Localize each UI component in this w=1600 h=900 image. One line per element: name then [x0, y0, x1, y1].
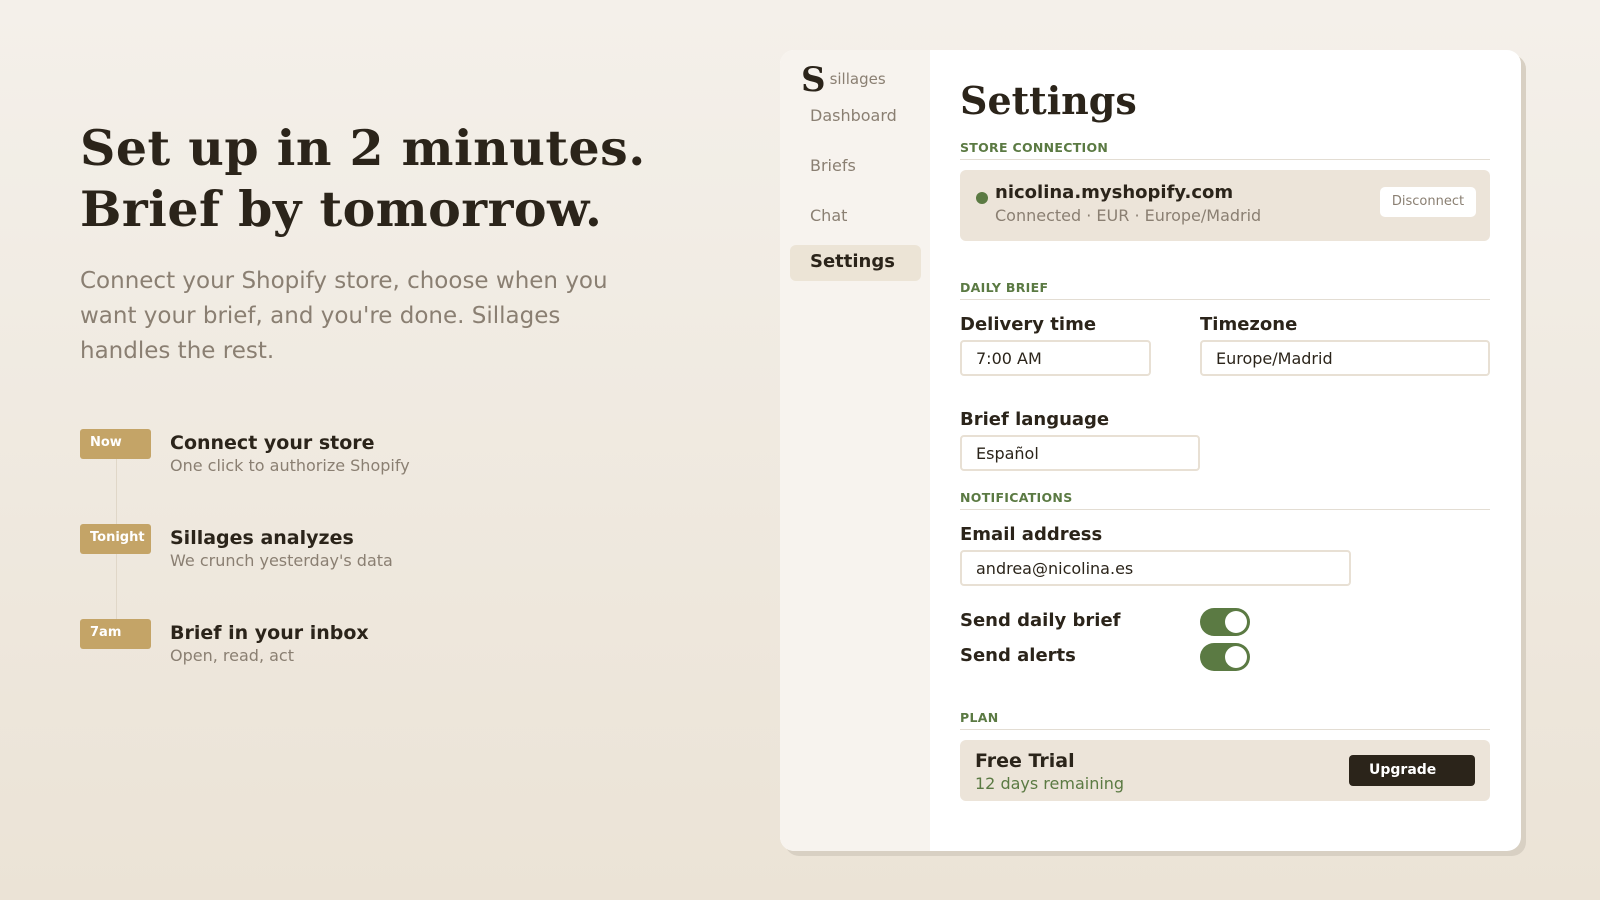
connected-status-icon	[976, 192, 988, 204]
steps-list: Now Connect your store One click to auth…	[80, 429, 580, 714]
logo[interactable]: S sillages	[801, 62, 886, 98]
step-item: Tonight Sillages analyzes We crunch yest…	[80, 524, 580, 619]
step-badge: Now	[80, 429, 151, 459]
page-title: Settings	[960, 78, 1137, 123]
logo-mark: S	[801, 60, 826, 100]
delivery-time-input[interactable]: 7:00 AM	[960, 340, 1151, 376]
brief-language-label: Brief language	[960, 409, 1110, 430]
email-address-label: Email address	[960, 524, 1103, 545]
logo-name: sillages	[829, 70, 886, 88]
step-title: Sillages analyzes	[170, 527, 354, 549]
sidebar: S sillages Dashboard Briefs Chat Setting…	[780, 50, 930, 851]
send-daily-brief-label: Send daily brief	[960, 610, 1121, 631]
section-label-daily-brief: DAILY BRIEF	[960, 280, 1490, 300]
toggle-knob	[1225, 646, 1247, 668]
step-item: Now Connect your store One click to auth…	[80, 429, 580, 524]
hero-title: Set up in 2 minutes. Brief by tomorrow.	[80, 118, 720, 240]
section-label-notifications: NOTIFICATIONS	[960, 490, 1490, 510]
step-badge: 7am	[80, 619, 151, 649]
plan-name: Free Trial	[975, 750, 1075, 772]
send-alerts-toggle[interactable]	[1200, 643, 1250, 671]
settings-main: Settings STORE CONNECTION nicolina.mysho…	[930, 50, 1521, 851]
step-title: Connect your store	[170, 432, 375, 454]
disconnect-button[interactable]: Disconnect	[1380, 187, 1476, 217]
send-alerts-label: Send alerts	[960, 645, 1076, 666]
hero-title-line-2: Brief by tomorrow.	[80, 180, 603, 238]
plan-card: Free Trial 12 days remaining Upgrade	[960, 740, 1490, 801]
store-name: nicolina.myshopify.com	[995, 182, 1234, 203]
step-badge: Tonight	[80, 524, 151, 554]
sidebar-item-chat[interactable]: Chat	[790, 198, 921, 234]
step-desc: We crunch yesterday's data	[170, 551, 393, 570]
toggle-knob	[1225, 611, 1247, 633]
step-desc: Open, read, act	[170, 646, 294, 665]
brief-language-input[interactable]: Español	[960, 435, 1200, 471]
store-card: nicolina.myshopify.com Connected · EUR ·…	[960, 170, 1490, 241]
hero-title-line-1: Set up in 2 minutes.	[80, 119, 646, 177]
plan-remaining: 12 days remaining	[975, 774, 1125, 793]
timezone-label: Timezone	[1200, 314, 1298, 335]
hero-subtitle: Connect your Shopify store, choose when …	[80, 268, 608, 364]
step-title: Brief in your inbox	[170, 622, 369, 644]
send-daily-brief-toggle[interactable]	[1200, 608, 1250, 636]
step-desc: One click to authorize Shopify	[170, 456, 410, 475]
upgrade-button[interactable]: Upgrade	[1349, 755, 1475, 786]
app-window: S sillages Dashboard Briefs Chat Setting…	[780, 50, 1521, 851]
delivery-time-label: Delivery time	[960, 314, 1097, 335]
section-label-store-connection: STORE CONNECTION	[960, 140, 1490, 160]
store-meta: Connected · EUR · Europe/Madrid	[995, 206, 1262, 225]
hero: Set up in 2 minutes. Brief by tomorrow. …	[80, 118, 720, 369]
email-field[interactable]: andrea@nicolina.es	[960, 550, 1351, 586]
sidebar-item-settings[interactable]: Settings	[790, 245, 921, 281]
sidebar-item-briefs[interactable]: Briefs	[790, 148, 921, 184]
step-item: 7am Brief in your inbox Open, read, act	[80, 619, 580, 714]
section-label-plan: PLAN	[960, 710, 1490, 730]
timezone-input[interactable]: Europe/Madrid	[1200, 340, 1490, 376]
sidebar-item-dashboard[interactable]: Dashboard	[790, 98, 921, 134]
